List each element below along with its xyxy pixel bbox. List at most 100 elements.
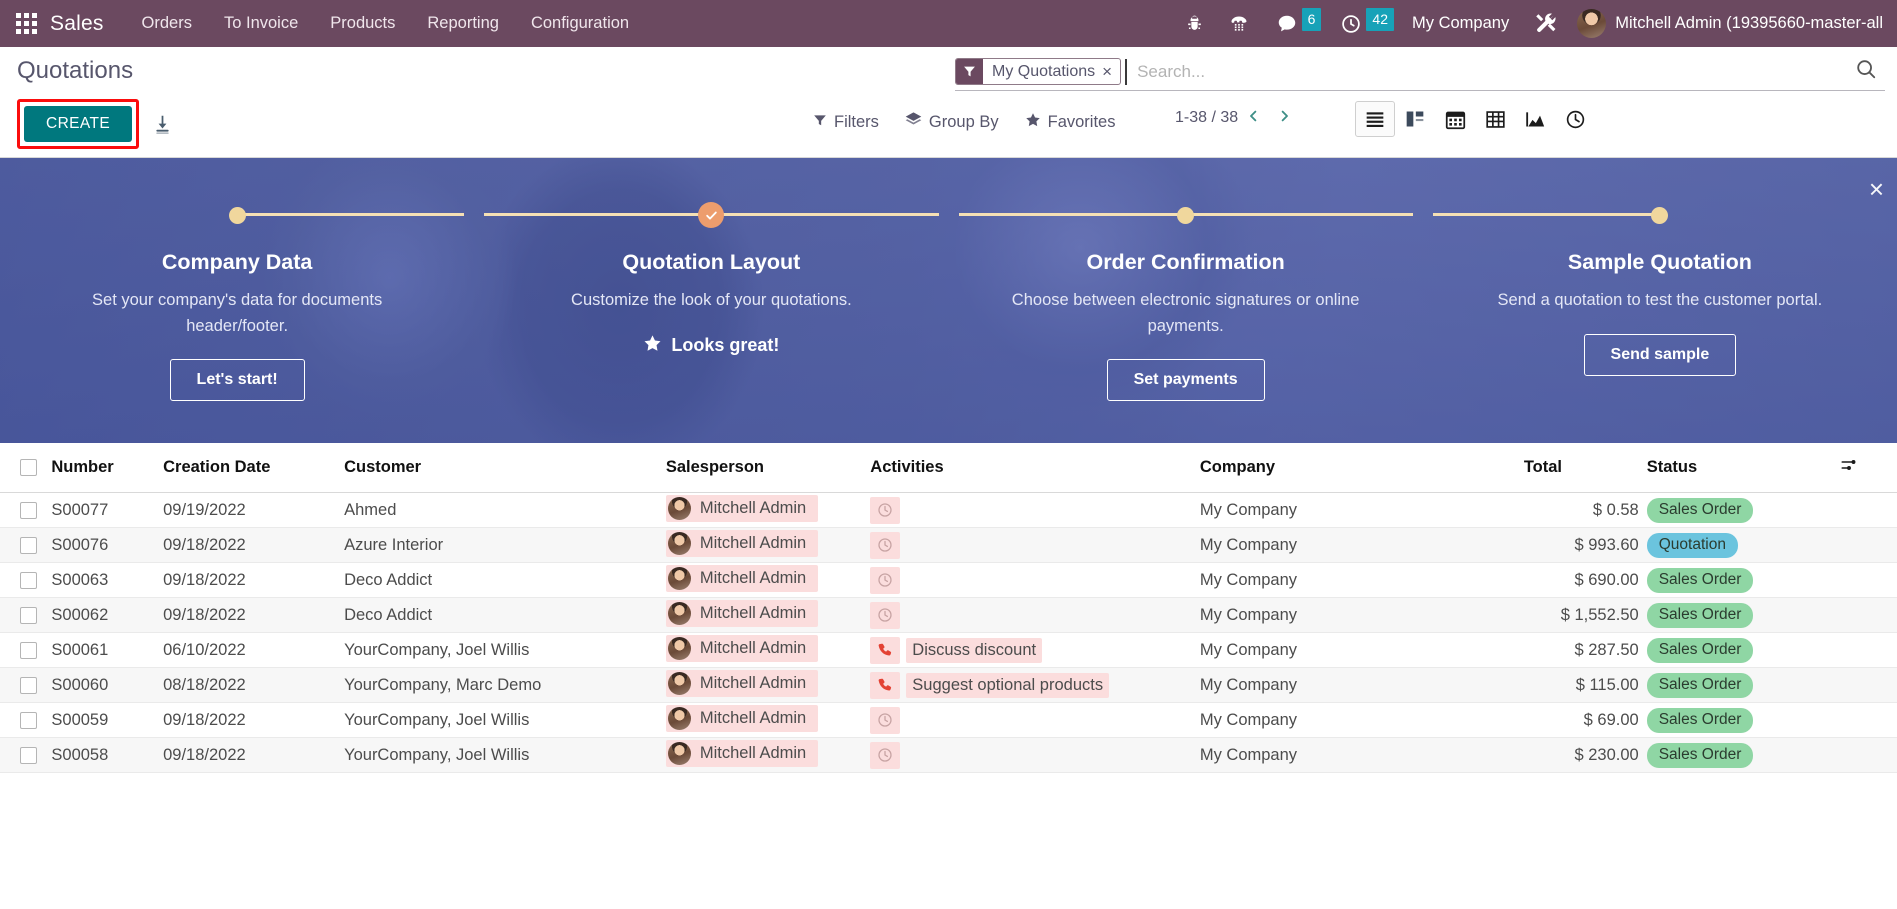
search-icon[interactable] bbox=[1851, 58, 1885, 85]
step-title: Quotation Layout bbox=[622, 250, 801, 274]
import-download-icon[interactable] bbox=[152, 114, 173, 135]
row-checkbox[interactable] bbox=[20, 536, 37, 554]
cell-number[interactable]: S00063 bbox=[51, 562, 164, 598]
nav-menu-products[interactable]: Products bbox=[314, 8, 411, 39]
step-title: Order Confirmation bbox=[1086, 250, 1285, 274]
cell-number[interactable]: S00062 bbox=[51, 597, 164, 633]
cell-spacer bbox=[1838, 702, 1897, 738]
lets-start-button[interactable]: Let's start! bbox=[169, 359, 305, 402]
page-title: Quotations bbox=[17, 57, 134, 84]
phone-icon[interactable] bbox=[1222, 7, 1256, 41]
activity-clock-icon[interactable] bbox=[870, 566, 901, 594]
pager-next-button[interactable] bbox=[1269, 107, 1300, 129]
bug-icon[interactable] bbox=[1178, 7, 1212, 41]
nav-menu-orders[interactable]: Orders bbox=[126, 8, 208, 39]
filters-dropdown[interactable]: Filters bbox=[800, 108, 892, 137]
activity-clock-icon[interactable] bbox=[870, 706, 901, 734]
cell-number[interactable]: S00058 bbox=[51, 737, 164, 773]
pager-previous-button[interactable] bbox=[1238, 107, 1269, 129]
cell-salesperson: Mitchell Admin bbox=[665, 702, 871, 738]
send-sample-button[interactable]: Send sample bbox=[1583, 333, 1737, 376]
cell-number[interactable]: S00059 bbox=[51, 702, 164, 738]
step-marker bbox=[18, 203, 465, 227]
cell-number[interactable]: S00061 bbox=[51, 632, 164, 668]
close-icon[interactable]: × bbox=[1102, 63, 1120, 80]
column-options-icon[interactable] bbox=[1839, 456, 1859, 479]
status-badge: Sales Order bbox=[1646, 672, 1754, 698]
app-brand-sales[interactable]: Sales bbox=[50, 12, 104, 36]
cell-customer: Deco Addict bbox=[344, 597, 666, 633]
row-checkbox[interactable] bbox=[20, 641, 37, 659]
nav-menu-reporting[interactable]: Reporting bbox=[411, 8, 515, 39]
table-row[interactable]: S00059 09/18/2022 YourCompany, Joel Willis… bbox=[0, 702, 1897, 738]
close-icon[interactable]: × bbox=[1869, 176, 1884, 202]
group-by-dropdown[interactable]: Group By bbox=[892, 106, 1012, 138]
activity-clock-icon[interactable] bbox=[870, 496, 901, 524]
table-row[interactable]: S00077 09/19/2022 Ahmed Mitchell Admin My Co… bbox=[0, 492, 1897, 528]
graph-view-button[interactable] bbox=[1515, 101, 1555, 137]
status-badge: Sales Order bbox=[1646, 707, 1754, 733]
activity-clock-icon[interactable] bbox=[870, 741, 901, 769]
cell-number[interactable]: S00060 bbox=[51, 667, 164, 703]
cell-spacer bbox=[1838, 667, 1897, 703]
column-header-customer[interactable]: Customer bbox=[344, 443, 666, 493]
calendar-view-button[interactable] bbox=[1435, 101, 1475, 137]
row-checkbox[interactable] bbox=[20, 606, 37, 624]
row-checkbox[interactable] bbox=[20, 711, 37, 729]
search-input[interactable] bbox=[1125, 58, 1851, 85]
cell-creation-date: 09/18/2022 bbox=[163, 597, 345, 633]
row-checkbox[interactable] bbox=[20, 746, 37, 764]
cell-number[interactable]: S00076 bbox=[51, 527, 164, 563]
table-row[interactable]: S00076 09/18/2022 Azure Interior Mitchell A… bbox=[0, 527, 1897, 563]
cell-number[interactable]: S00077 bbox=[51, 492, 164, 528]
activity-clock-icon[interactable] bbox=[870, 531, 901, 559]
apps-grid-icon[interactable] bbox=[16, 12, 38, 35]
column-header-salesperson[interactable]: Salesperson bbox=[665, 443, 871, 493]
step-dot-done bbox=[698, 202, 725, 228]
activity-call[interactable]: Discuss discount bbox=[870, 636, 1043, 664]
row-checkbox[interactable] bbox=[20, 676, 37, 694]
activities-counter[interactable]: 42 bbox=[1329, 7, 1394, 41]
column-header-activities[interactable]: Activities bbox=[870, 443, 1200, 493]
nav-menu-configuration[interactable]: Configuration bbox=[515, 8, 645, 39]
messages-counter[interactable]: 6 bbox=[1265, 7, 1322, 41]
table-row[interactable]: S00061 06/10/2022 YourCompany, Joel Willis… bbox=[0, 632, 1897, 668]
row-checkbox[interactable] bbox=[20, 501, 37, 519]
table-row[interactable]: S00063 09/18/2022 Deco Addict Mitchell Admi… bbox=[0, 562, 1897, 598]
nav-menu-to-invoice[interactable]: To Invoice bbox=[208, 8, 314, 39]
step-description: Choose between electronic signatures or … bbox=[1011, 291, 1360, 335]
cell-creation-date: 09/18/2022 bbox=[163, 702, 345, 738]
pivot-view-button[interactable] bbox=[1475, 101, 1515, 137]
cell-salesperson: Mitchell Admin bbox=[665, 492, 871, 528]
column-header-company[interactable]: Company bbox=[1199, 443, 1524, 493]
table-row[interactable]: S00062 09/18/2022 Deco Addict Mitchell Admi… bbox=[0, 597, 1897, 633]
select-all-checkbox[interactable] bbox=[20, 459, 37, 477]
favorites-dropdown[interactable]: Favorites bbox=[1012, 107, 1129, 138]
row-select-cell bbox=[0, 737, 52, 773]
activity-view-button[interactable] bbox=[1555, 101, 1595, 137]
activity-clock-icon[interactable] bbox=[870, 601, 901, 629]
cell-customer: YourCompany, Joel Willis bbox=[344, 632, 666, 668]
table-row[interactable]: S00058 09/18/2022 YourCompany, Joel Willis… bbox=[0, 737, 1897, 773]
column-header-status[interactable]: Status bbox=[1646, 443, 1839, 493]
kanban-view-button[interactable] bbox=[1395, 101, 1435, 137]
cell-company: My Company bbox=[1199, 527, 1524, 563]
avatar bbox=[1577, 9, 1607, 38]
list-view-button[interactable] bbox=[1355, 101, 1395, 137]
column-header-total[interactable]: Total bbox=[1523, 443, 1647, 493]
row-checkbox[interactable] bbox=[20, 571, 37, 589]
column-header-number[interactable]: Number bbox=[51, 443, 164, 493]
tools-icon[interactable] bbox=[1528, 7, 1562, 41]
cell-status: Sales Order bbox=[1646, 667, 1839, 703]
table-row[interactable]: S00060 08/18/2022 YourCompany, Marc Demo Mi… bbox=[0, 667, 1897, 703]
create-button[interactable]: CREATE bbox=[24, 106, 133, 142]
cell-activities bbox=[870, 702, 1200, 738]
column-header-creation-date[interactable]: Creation Date bbox=[163, 443, 345, 493]
user-menu[interactable]: Mitchell Admin (19395660-master-all bbox=[1567, 9, 1883, 38]
activity-call[interactable]: Suggest optional products bbox=[870, 671, 1110, 699]
set-payments-button[interactable]: Set payments bbox=[1106, 359, 1265, 402]
layers-icon bbox=[905, 111, 922, 133]
search-facet-my-quotations[interactable]: My Quotations × bbox=[955, 58, 1122, 85]
step-description: Set your company's data for documents he… bbox=[92, 291, 383, 335]
company-switcher[interactable]: My Company bbox=[1398, 8, 1523, 39]
